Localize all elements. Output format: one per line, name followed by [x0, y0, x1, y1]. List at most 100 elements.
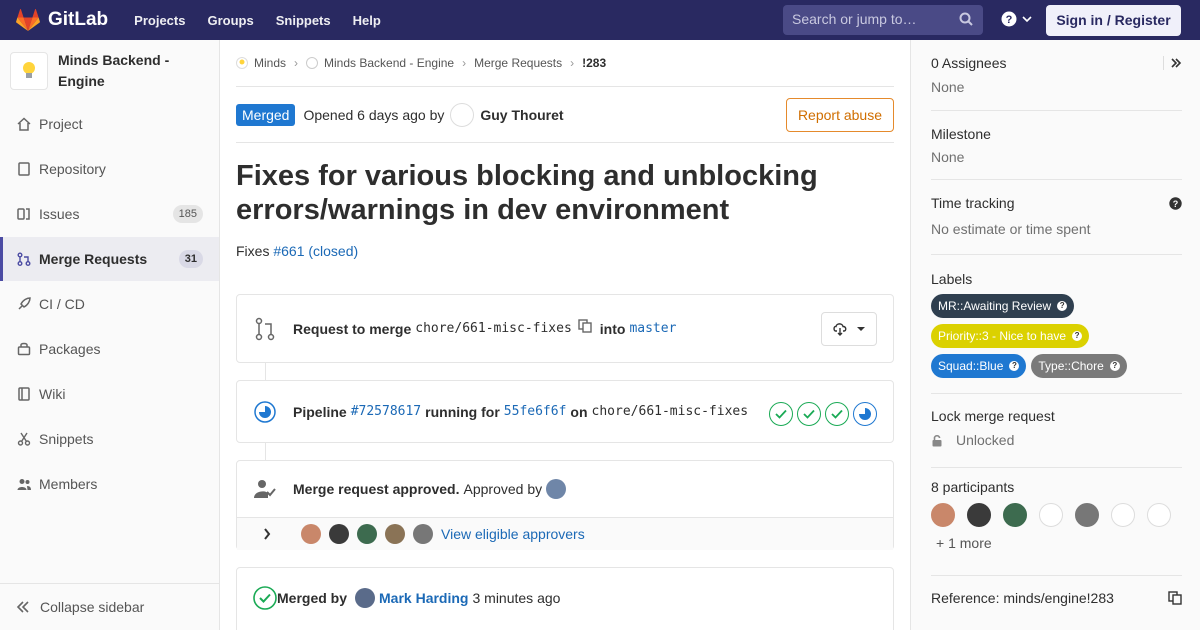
page-title: Fixes for various blocking and unblockin… — [236, 160, 818, 226]
view-eligible-approvers-link[interactable]: View eligible approvers — [441, 526, 585, 542]
author-name[interactable]: Guy Thouret — [480, 107, 563, 123]
sidebar-item-project[interactable]: Project — [0, 102, 219, 146]
participant-avatar[interactable] — [1003, 503, 1027, 527]
merged-by-label: Merged by — [277, 590, 348, 606]
project-avatar — [10, 52, 48, 90]
sidebar-item-packages[interactable]: Packages — [0, 327, 219, 371]
question-icon: ? — [1001, 11, 1017, 27]
copy-icon[interactable] — [1168, 591, 1182, 605]
help-dropdown[interactable]: ? — [1001, 11, 1032, 27]
participant-avatar[interactable] — [1147, 503, 1171, 527]
label-squad-blue[interactable]: Squad::Blue? — [931, 354, 1027, 378]
sidebar-label: Issues — [39, 206, 80, 222]
into-label: into — [599, 320, 626, 337]
more-participants-link[interactable]: + 1 more — [936, 535, 1182, 551]
milestone-value: None — [931, 149, 965, 165]
participant-avatar[interactable] — [1075, 503, 1099, 527]
assignees-value: None — [931, 79, 965, 95]
sidebar-label: CI / CD — [39, 296, 85, 312]
breadcrumb-project[interactable]: Minds Backend - Engine — [306, 56, 454, 70]
issues-icon — [17, 208, 30, 220]
main-content: Minds › Minds Backend - Engine › Merge R… — [236, 40, 894, 630]
breadcrumb-merge-requests[interactable]: Merge Requests — [474, 56, 562, 70]
question-icon[interactable]: ? — [1169, 197, 1182, 210]
nav-snippets[interactable]: Snippets — [276, 13, 331, 28]
doc-icon — [18, 162, 30, 176]
approver-avatar[interactable] — [413, 524, 433, 544]
pipeline-branch: chore/661-misc-fixes — [591, 404, 749, 419]
author-avatar[interactable] — [450, 102, 475, 127]
sidebar-item-issues[interactable]: Issues 185 — [0, 192, 219, 236]
stage-passed-icon[interactable] — [825, 402, 849, 426]
book-icon — [18, 387, 30, 401]
sidebar-item-snippets[interactable]: Snippets — [0, 417, 219, 461]
sidebar-item-repository[interactable]: Repository — [0, 147, 219, 191]
nav-groups[interactable]: Groups — [207, 13, 253, 28]
label-type-chore[interactable]: Type::Chore? — [1031, 354, 1127, 378]
source-branch: chore/661-misc-fixes — [415, 321, 572, 336]
merge-request-icon — [17, 252, 31, 266]
participant-avatar[interactable] — [1111, 503, 1135, 527]
download-dropdown[interactable] — [821, 312, 877, 346]
breadcrumb-separator: › — [294, 56, 299, 70]
stage-passed-icon[interactable] — [797, 402, 821, 426]
breadcrumb-separator: › — [570, 56, 575, 70]
breadcrumb-current[interactable]: !283 — [582, 56, 606, 70]
nav-projects[interactable]: Projects — [134, 13, 185, 28]
participant-avatar[interactable] — [1039, 503, 1063, 527]
sidebar-item-merge-requests[interactable]: Merge Requests 31 — [0, 237, 219, 281]
download-icon — [832, 323, 846, 336]
approver-avatar[interactable] — [385, 524, 405, 544]
pipeline-link[interactable]: #72578617 — [351, 404, 421, 419]
gitlab-fox-icon — [16, 9, 40, 31]
collapse-sidebar-button[interactable]: Collapse sidebar — [0, 583, 219, 630]
merger-avatar[interactable] — [355, 588, 376, 608]
sidebar-item-ci-cd[interactable]: CI / CD — [0, 282, 219, 326]
top-navbar: GitLab Projects Groups Snippets Help Sea… — [0, 0, 1200, 40]
approved-label: Merge request approved. — [293, 481, 460, 497]
participant-avatar[interactable] — [967, 503, 991, 527]
issue-link[interactable]: #661 (closed) — [273, 243, 358, 259]
search-placeholder: Search or jump to… — [792, 11, 917, 27]
labels-list: MR::Awaiting Review? Priority::3 - Nice … — [931, 294, 1182, 384]
approver-avatar[interactable] — [546, 479, 567, 499]
milestone-title: Milestone — [931, 126, 991, 142]
pipeline-card: Pipeline #72578617 running for 55fe6f6f … — [236, 380, 894, 443]
assignees-title: 0 Assignees — [931, 55, 1007, 71]
label-priority[interactable]: Priority::3 - Nice to have? — [931, 324, 1090, 348]
sidebar-item-members[interactable]: Members — [0, 462, 219, 506]
copy-icon[interactable] — [578, 318, 592, 333]
commit-link[interactable]: 55fe6f6f — [504, 404, 567, 419]
lock-value: Unlocked — [956, 432, 1015, 448]
approver-avatar[interactable] — [301, 524, 321, 544]
breadcrumb: Minds › Minds Backend - Engine › Merge R… — [236, 40, 894, 87]
mr-header: Merged Opened 6 days ago by Guy Thouret … — [236, 87, 894, 143]
target-branch-link[interactable]: master — [629, 321, 676, 336]
approver-avatar[interactable] — [357, 524, 377, 544]
collapse-right-sidebar-icon[interactable] — [1170, 57, 1182, 69]
breadcrumb-minds[interactable]: Minds — [236, 56, 286, 70]
participant-avatar[interactable] — [931, 503, 955, 527]
label-mr-awaiting-review[interactable]: MR::Awaiting Review? — [931, 294, 1075, 318]
stage-running-icon[interactable] — [853, 402, 877, 426]
sidebar-item-wiki[interactable]: Wiki — [0, 372, 219, 416]
chevron-right-icon[interactable] — [263, 528, 271, 540]
lightbulb-icon — [236, 57, 248, 69]
gitlab-logo[interactable]: GitLab — [16, 9, 108, 31]
approver-avatar[interactable] — [329, 524, 349, 544]
lock-title: Lock merge request — [931, 408, 1055, 424]
merger-name-link[interactable]: Mark Harding — [379, 590, 468, 606]
label-text: Squad::Blue — [938, 359, 1004, 373]
approved-by-label: Approved by — [463, 481, 543, 497]
search-input[interactable]: Search or jump to… — [783, 5, 983, 35]
running-status-icon — [254, 400, 276, 423]
caret-down-icon — [856, 327, 865, 331]
stage-passed-icon[interactable] — [769, 402, 793, 426]
merged-time: 3 minutes ago — [472, 590, 561, 606]
breadcrumb-label: Minds Backend - Engine — [324, 56, 455, 70]
signin-button[interactable]: Sign in / Register — [1046, 5, 1181, 36]
project-header[interactable]: Minds Backend - Engine — [0, 40, 219, 106]
reference-text: Reference: minds/engine!283 — [931, 590, 1114, 606]
nav-help[interactable]: Help — [353, 13, 381, 28]
report-abuse-button[interactable]: Report abuse — [785, 98, 894, 132]
